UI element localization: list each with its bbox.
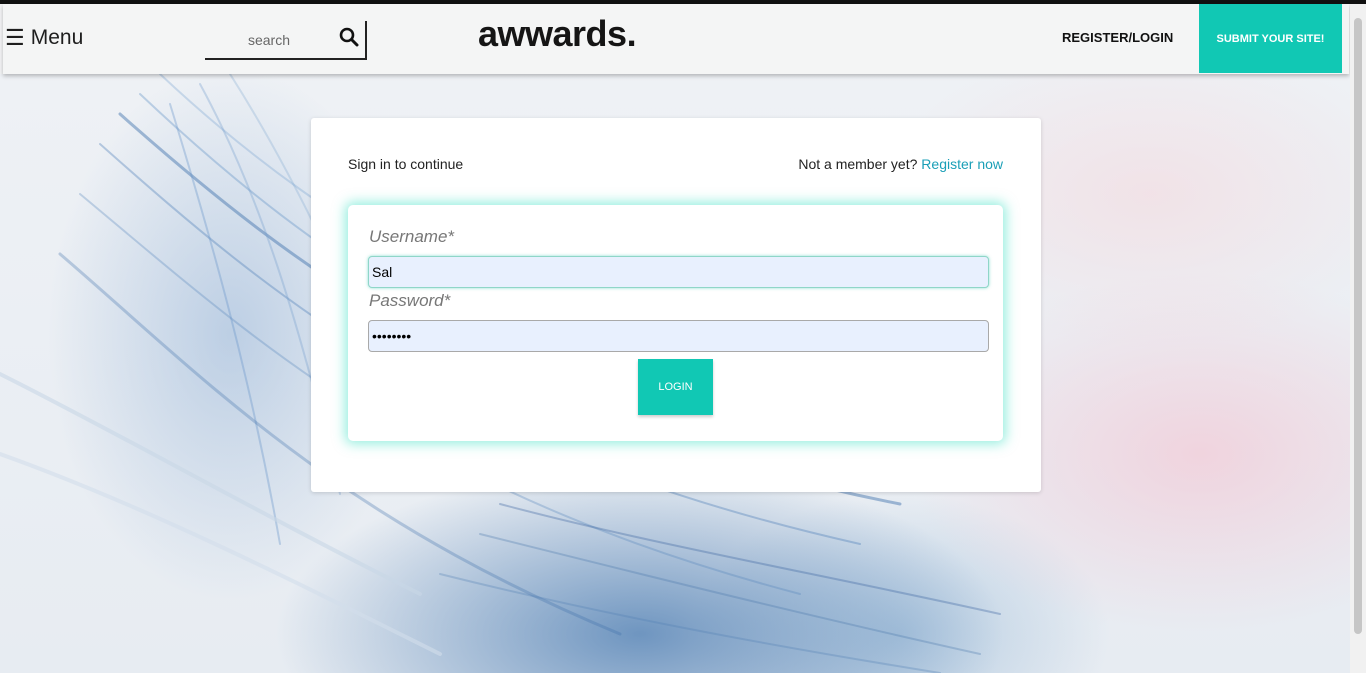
- register-login-link[interactable]: REGISTER/LOGIN: [1062, 30, 1173, 45]
- login-card: Sign in to continue Not a member yet? Re…: [311, 118, 1041, 492]
- vertical-scrollbar[interactable]: [1350, 4, 1366, 673]
- signin-prompt: Sign in to continue: [348, 156, 464, 172]
- username-field[interactable]: [368, 256, 989, 288]
- not-member-text: Not a member yet?: [798, 156, 918, 172]
- password-label: Password*: [369, 291, 451, 310]
- search-button[interactable]: [333, 21, 367, 60]
- search-box: [205, 21, 367, 61]
- card-header: Sign in to continue Not a member yet? Re…: [348, 156, 1003, 176]
- site-logo[interactable]: awwards.: [478, 13, 637, 55]
- top-nav-bar: ☰ Menu awwards. REGISTER/LOGIN SUBMIT YO…: [3, 4, 1349, 74]
- search-icon: [339, 27, 359, 52]
- search-input[interactable]: [205, 21, 333, 60]
- login-button[interactable]: LOGIN: [638, 359, 713, 415]
- register-now-link[interactable]: Register now: [921, 156, 1003, 172]
- hamburger-icon: ☰: [5, 25, 25, 50]
- submit-site-button[interactable]: SUBMIT YOUR SITE!: [1199, 4, 1342, 73]
- menu-label: Menu: [30, 26, 84, 49]
- username-label: Username*: [369, 227, 455, 246]
- register-prompt: Not a member yet? Register now: [798, 156, 1003, 172]
- scrollbar-thumb[interactable]: [1354, 18, 1362, 634]
- password-field[interactable]: [368, 320, 989, 352]
- login-form: Username* Password* LOGIN: [348, 205, 1003, 441]
- menu-button[interactable]: ☰ Menu: [5, 24, 83, 52]
